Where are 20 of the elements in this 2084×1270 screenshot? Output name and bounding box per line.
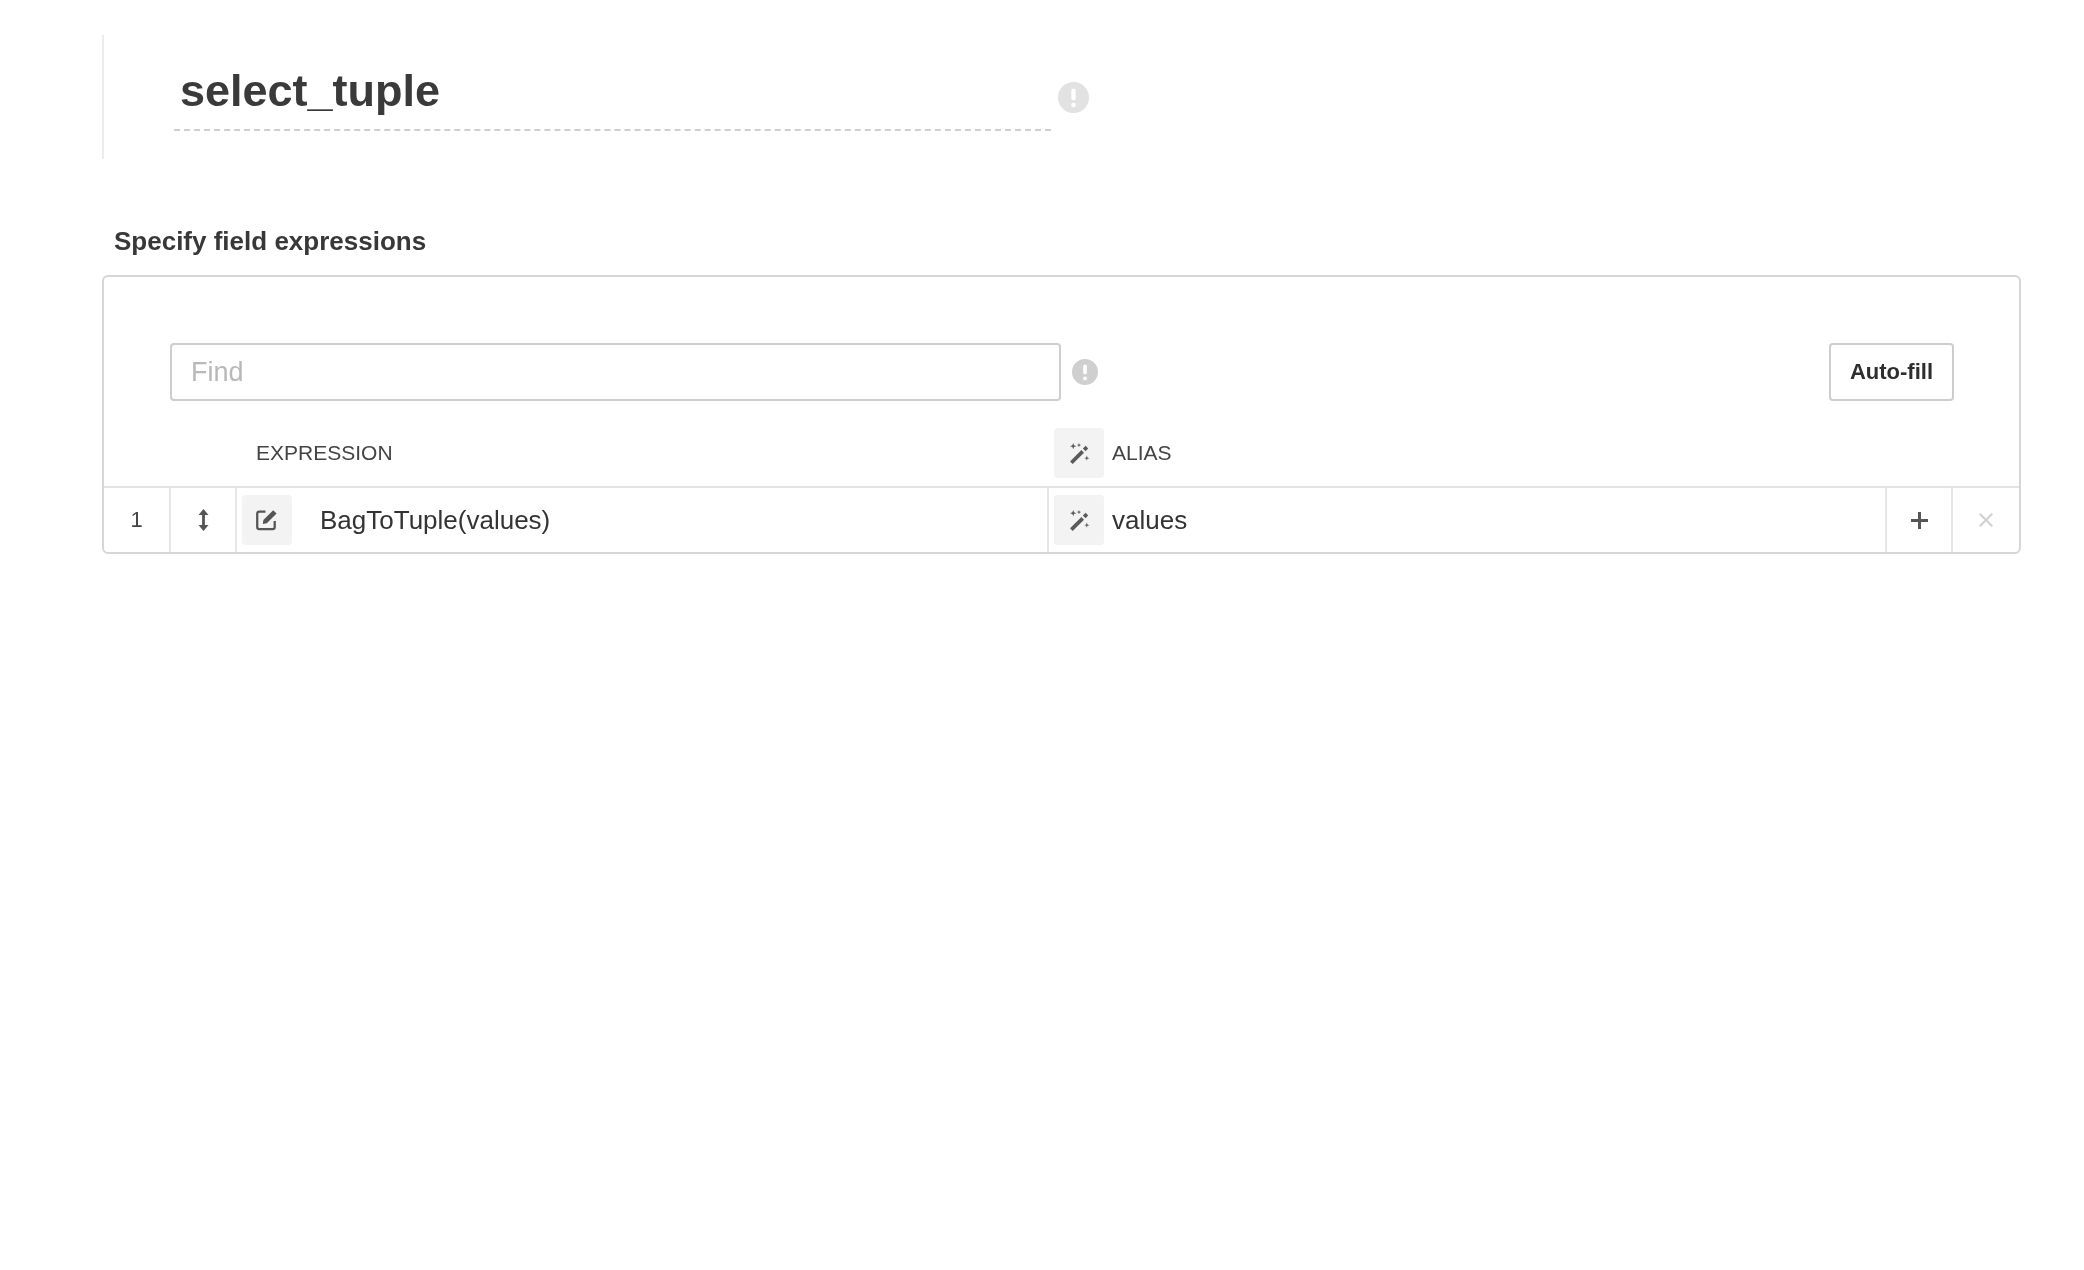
find-field[interactable]: Find (170, 343, 1061, 401)
alias-text: values (1112, 504, 1188, 536)
expression-text: BagToTuple(values) (320, 504, 551, 536)
column-header: ALIAS (1112, 441, 1172, 465)
magic-wand-icon (1068, 442, 1090, 464)
exclamation-icon (1058, 81, 1089, 113)
auto-fill-button[interactable]: Auto-fill (1829, 343, 1954, 401)
column-header: EXPRESSION (256, 441, 393, 465)
section-heading: Specify field expressions (114, 225, 428, 257)
magic-wand-icon (1068, 509, 1090, 531)
up-down-arrow-icon (197, 509, 209, 531)
row-number: 1 (129, 506, 144, 534)
edit-button[interactable] (242, 495, 292, 545)
magic-wand-button[interactable] (1054, 428, 1104, 478)
name-field[interactable]: select_tuple (174, 63, 1051, 131)
exclamation-icon (1072, 359, 1098, 385)
magic-wand-button[interactable] (1054, 495, 1104, 545)
plus-icon (1910, 511, 1928, 529)
edit-icon (256, 509, 278, 531)
close-icon (1979, 513, 1993, 527)
